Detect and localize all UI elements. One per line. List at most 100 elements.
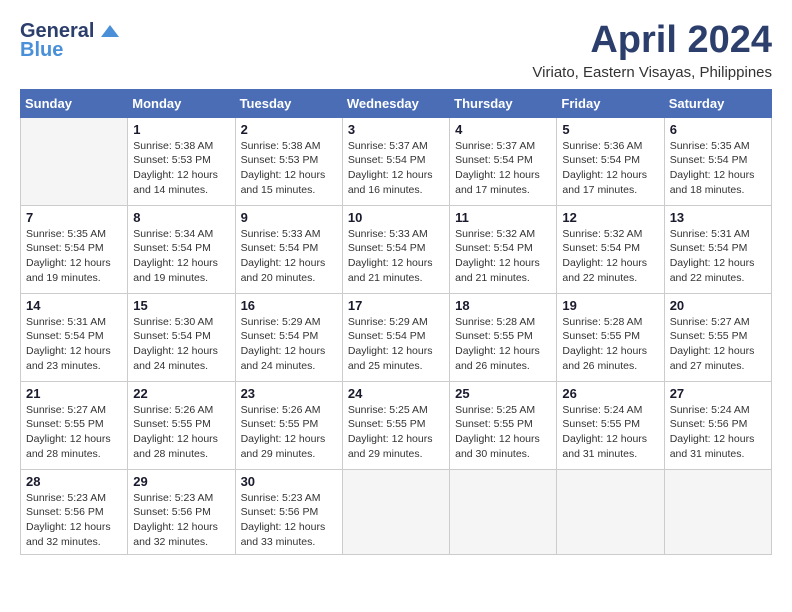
calendar-cell: 21 Sunrise: 5:27 AMSunset: 5:55 PMDayligh… xyxy=(21,381,128,469)
calendar-cell xyxy=(557,469,664,554)
day-info: Sunrise: 5:25 AMSunset: 5:55 PMDaylight:… xyxy=(455,403,551,462)
calendar-cell: 5 Sunrise: 5:36 AMSunset: 5:54 PMDaylight… xyxy=(557,117,664,205)
day-info: Sunrise: 5:28 AMSunset: 5:55 PMDaylight:… xyxy=(455,315,551,374)
day-number: 25 xyxy=(455,386,551,401)
day-info: Sunrise: 5:23 AMSunset: 5:56 PMDaylight:… xyxy=(26,491,122,550)
calendar-table: SundayMondayTuesdayWednesdayThursdayFrid… xyxy=(20,89,772,555)
day-number: 28 xyxy=(26,474,122,489)
day-number: 30 xyxy=(241,474,337,489)
day-number: 8 xyxy=(133,210,229,225)
week-row-3: 14 Sunrise: 5:31 AMSunset: 5:54 PMDayligh… xyxy=(21,293,772,381)
weekday-header-row: SundayMondayTuesdayWednesdayThursdayFrid… xyxy=(21,89,772,117)
weekday-header-wednesday: Wednesday xyxy=(342,89,449,117)
calendar-cell: 15 Sunrise: 5:30 AMSunset: 5:54 PMDayligh… xyxy=(128,293,235,381)
day-info: Sunrise: 5:37 AMSunset: 5:54 PMDaylight:… xyxy=(348,139,444,198)
calendar-cell: 14 Sunrise: 5:31 AMSunset: 5:54 PMDayligh… xyxy=(21,293,128,381)
day-number: 13 xyxy=(670,210,766,225)
day-number: 26 xyxy=(562,386,658,401)
calendar-cell: 3 Sunrise: 5:37 AMSunset: 5:54 PMDaylight… xyxy=(342,117,449,205)
calendar-cell xyxy=(450,469,557,554)
day-info: Sunrise: 5:32 AMSunset: 5:54 PMDaylight:… xyxy=(562,227,658,286)
day-number: 23 xyxy=(241,386,337,401)
day-info: Sunrise: 5:28 AMSunset: 5:55 PMDaylight:… xyxy=(562,315,658,374)
day-info: Sunrise: 5:23 AMSunset: 5:56 PMDaylight:… xyxy=(133,491,229,550)
day-number: 7 xyxy=(26,210,122,225)
weekday-header-thursday: Thursday xyxy=(450,89,557,117)
week-row-4: 21 Sunrise: 5:27 AMSunset: 5:55 PMDayligh… xyxy=(21,381,772,469)
title-block: April 2024 Viriato, Eastern Visayas, Phi… xyxy=(532,20,772,81)
calendar-cell: 16Sunrise: 5:29 AMSunset: 5:54 PMDayligh… xyxy=(235,293,342,381)
day-number: 15 xyxy=(133,298,229,313)
week-row-1: 1 Sunrise: 5:38 AMSunset: 5:53 PMDaylight… xyxy=(21,117,772,205)
calendar-cell: 22 Sunrise: 5:26 AMSunset: 5:55 PMDayligh… xyxy=(128,381,235,469)
day-info: Sunrise: 5:30 AMSunset: 5:54 PMDaylight:… xyxy=(133,315,229,374)
day-number: 20 xyxy=(670,298,766,313)
day-number: 17 xyxy=(348,298,444,313)
calendar-cell: 25 Sunrise: 5:25 AMSunset: 5:55 PMDayligh… xyxy=(450,381,557,469)
weekday-header-sunday: Sunday xyxy=(21,89,128,117)
weekday-header-tuesday: Tuesday xyxy=(235,89,342,117)
day-info: Sunrise: 5:31 AMSunset: 5:54 PMDaylight:… xyxy=(670,227,766,286)
day-info: Sunrise: 5:25 AMSunset: 5:55 PMDaylight:… xyxy=(348,403,444,462)
day-info: Sunrise: 5:31 AMSunset: 5:54 PMDaylight:… xyxy=(26,315,122,374)
day-number: 10 xyxy=(348,210,444,225)
day-info: Sunrise: 5:33 AMSunset: 5:54 PMDaylight:… xyxy=(348,227,444,286)
day-number: 12 xyxy=(562,210,658,225)
calendar-cell xyxy=(664,469,771,554)
day-info: Sunrise: 5:26 AMSunset: 5:55 PMDaylight:… xyxy=(133,403,229,462)
day-info: Sunrise: 5:24 AMSunset: 5:55 PMDaylight:… xyxy=(562,403,658,462)
logo: General Blue xyxy=(20,20,120,62)
day-info: Sunrise: 5:33 AMSunset: 5:54 PMDaylight:… xyxy=(241,227,337,286)
calendar-cell: 17 Sunrise: 5:29 AMSunset: 5:54 PMDayligh… xyxy=(342,293,449,381)
day-info: Sunrise: 5:38 AMSunset: 5:53 PMDaylight:… xyxy=(241,139,337,198)
calendar-cell: 2 Sunrise: 5:38 AMSunset: 5:53 PMDaylight… xyxy=(235,117,342,205)
calendar-cell: 23 Sunrise: 5:26 AMSunset: 5:55 PMDayligh… xyxy=(235,381,342,469)
calendar-cell: 19Sunrise: 5:28 AMSunset: 5:55 PMDayligh… xyxy=(557,293,664,381)
day-number: 24 xyxy=(348,386,444,401)
calendar-cell: 6Sunrise: 5:35 AMSunset: 5:54 PMDaylight… xyxy=(664,117,771,205)
calendar-cell: 12 Sunrise: 5:32 AMSunset: 5:54 PMDayligh… xyxy=(557,205,664,293)
calendar-cell: 11Sunrise: 5:32 AMSunset: 5:54 PMDayligh… xyxy=(450,205,557,293)
calendar-cell: 9 Sunrise: 5:33 AMSunset: 5:54 PMDaylight… xyxy=(235,205,342,293)
calendar-cell: 13 Sunrise: 5:31 AMSunset: 5:54 PMDayligh… xyxy=(664,205,771,293)
day-info: Sunrise: 5:26 AMSunset: 5:55 PMDaylight:… xyxy=(241,403,337,462)
weekday-header-monday: Monday xyxy=(128,89,235,117)
day-number: 27 xyxy=(670,386,766,401)
calendar-cell: 29Sunrise: 5:23 AMSunset: 5:56 PMDayligh… xyxy=(128,469,235,554)
calendar-cell: 4Sunrise: 5:37 AMSunset: 5:54 PMDaylight… xyxy=(450,117,557,205)
location-subtitle: Viriato, Eastern Visayas, Philippines xyxy=(532,64,772,81)
calendar-cell: 18Sunrise: 5:28 AMSunset: 5:55 PMDayligh… xyxy=(450,293,557,381)
calendar-cell: 1 Sunrise: 5:38 AMSunset: 5:53 PMDaylight… xyxy=(128,117,235,205)
day-info: Sunrise: 5:27 AMSunset: 5:55 PMDaylight:… xyxy=(26,403,122,462)
day-number: 16 xyxy=(241,298,337,313)
week-row-2: 7 Sunrise: 5:35 AMSunset: 5:54 PMDaylight… xyxy=(21,205,772,293)
day-number: 3 xyxy=(348,122,444,137)
day-info: Sunrise: 5:35 AMSunset: 5:54 PMDaylight:… xyxy=(26,227,122,286)
calendar-cell: 20 Sunrise: 5:27 AMSunset: 5:55 PMDayligh… xyxy=(664,293,771,381)
calendar-cell xyxy=(21,117,128,205)
calendar-cell: 27 Sunrise: 5:24 AMSunset: 5:56 PMDayligh… xyxy=(664,381,771,469)
calendar-cell: 24 Sunrise: 5:25 AMSunset: 5:55 PMDayligh… xyxy=(342,381,449,469)
calendar-cell xyxy=(342,469,449,554)
day-number: 5 xyxy=(562,122,658,137)
day-info: Sunrise: 5:36 AMSunset: 5:54 PMDaylight:… xyxy=(562,139,658,198)
day-info: Sunrise: 5:38 AMSunset: 5:53 PMDaylight:… xyxy=(133,139,229,198)
day-info: Sunrise: 5:24 AMSunset: 5:56 PMDaylight:… xyxy=(670,403,766,462)
day-number: 9 xyxy=(241,210,337,225)
calendar-cell: 7 Sunrise: 5:35 AMSunset: 5:54 PMDaylight… xyxy=(21,205,128,293)
day-number: 4 xyxy=(455,122,551,137)
week-row-5: 28 Sunrise: 5:23 AMSunset: 5:56 PMDayligh… xyxy=(21,469,772,554)
calendar-cell: 28 Sunrise: 5:23 AMSunset: 5:56 PMDayligh… xyxy=(21,469,128,554)
calendar-cell: 30Sunrise: 5:23 AMSunset: 5:56 PMDayligh… xyxy=(235,469,342,554)
day-number: 1 xyxy=(133,122,229,137)
calendar-cell: 10 Sunrise: 5:33 AMSunset: 5:54 PMDayligh… xyxy=(342,205,449,293)
day-number: 21 xyxy=(26,386,122,401)
day-number: 22 xyxy=(133,386,229,401)
day-info: Sunrise: 5:27 AMSunset: 5:55 PMDaylight:… xyxy=(670,315,766,374)
day-number: 14 xyxy=(26,298,122,313)
month-title: April 2024 xyxy=(532,20,772,62)
day-info: Sunrise: 5:29 AMSunset: 5:54 PMDaylight:… xyxy=(348,315,444,374)
day-number: 2 xyxy=(241,122,337,137)
logo-blue: Blue xyxy=(20,39,63,62)
day-info: Sunrise: 5:32 AMSunset: 5:54 PMDaylight:… xyxy=(455,227,551,286)
